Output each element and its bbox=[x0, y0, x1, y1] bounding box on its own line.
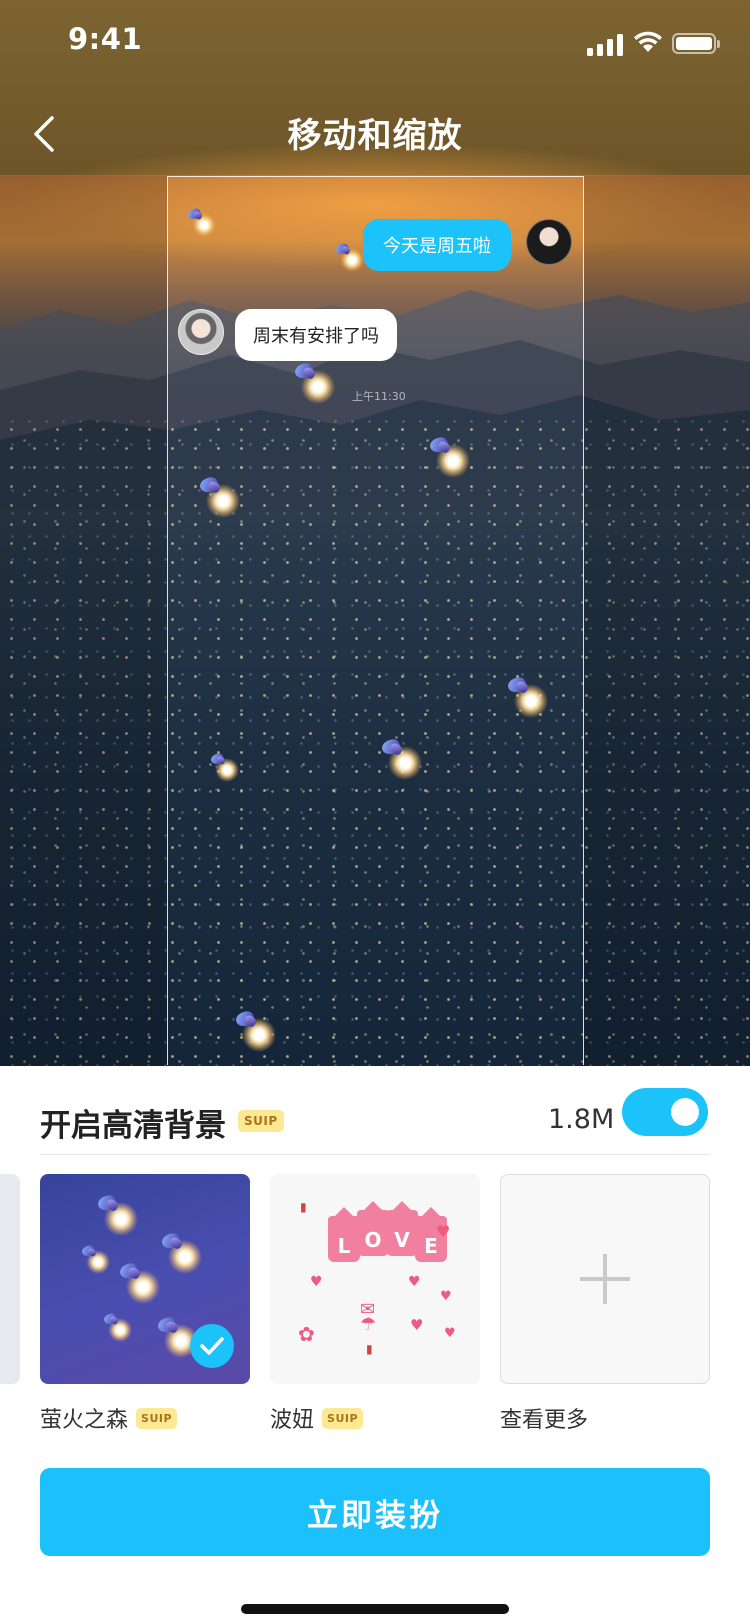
crop-dim-left bbox=[0, 176, 167, 1066]
suip-badge: SUIP bbox=[238, 1110, 284, 1132]
plus-icon bbox=[580, 1254, 630, 1304]
love-tag-letter: V bbox=[386, 1201, 418, 1256]
heart-icon: ♥ bbox=[444, 1326, 456, 1341]
previous-theme-card[interactable] bbox=[0, 1174, 20, 1384]
my-avatar bbox=[526, 219, 572, 265]
firefly-sprite bbox=[233, 1008, 276, 1052]
hd-background-label: 开启高清背景 bbox=[40, 1108, 226, 1144]
firefly-sprite bbox=[102, 1311, 132, 1342]
theme-label-ponyo[interactable]: 波妞 SUIP bbox=[270, 1402, 364, 1434]
theme-name: 波妞 bbox=[270, 1408, 315, 1433]
firefly-sprite bbox=[292, 360, 335, 404]
wifi-icon bbox=[634, 31, 662, 52]
firefly-sprite bbox=[80, 1243, 110, 1274]
theme-label-view-more[interactable]: 查看更多 bbox=[500, 1402, 588, 1434]
firefly-sprite bbox=[334, 241, 364, 272]
battery-icon bbox=[672, 33, 720, 54]
friend-message-bubble: 周末有安排了吗 bbox=[235, 309, 397, 361]
navigation-bar: 移动和缩放 bbox=[0, 88, 750, 176]
file-size: 1.8M bbox=[548, 1104, 615, 1135]
firefly-sprite bbox=[95, 1192, 138, 1236]
hd-background-toggle[interactable] bbox=[622, 1088, 708, 1136]
crop-dim-right bbox=[584, 176, 750, 1066]
theme-label-firefly-forest[interactable]: 萤火之森 SUIP bbox=[40, 1402, 178, 1434]
status-time: 9:41 bbox=[68, 22, 143, 56]
message-timestamp: 上午11:30 bbox=[352, 390, 406, 403]
theme-name: 查看更多 bbox=[500, 1408, 589, 1433]
status-bar: 9:41 bbox=[0, 0, 750, 88]
more-themes-card[interactable] bbox=[500, 1174, 710, 1384]
firefly-sprite bbox=[186, 206, 216, 237]
suip-badge: SUIP bbox=[322, 1407, 364, 1429]
theme-name: 萤火之森 bbox=[40, 1408, 129, 1433]
love-tag-letter: O bbox=[357, 1201, 389, 1256]
home-indicator bbox=[241, 1604, 509, 1614]
firefly-sprite bbox=[379, 736, 422, 780]
firefly-sprite bbox=[505, 674, 548, 718]
heart-icon: ♥ bbox=[410, 1316, 424, 1334]
friend-avatar bbox=[178, 309, 224, 355]
theme-card-firefly-forest[interactable] bbox=[40, 1174, 250, 1384]
firefly-sprite bbox=[159, 1230, 202, 1274]
firefly-sprite bbox=[427, 434, 470, 478]
hd-background-row: 开启高清背景 SUIP 1.8M bbox=[40, 1088, 710, 1154]
selected-check-icon bbox=[190, 1324, 234, 1368]
my-message-bubble: 今天是周五啦 bbox=[363, 219, 511, 271]
firefly-sprite bbox=[197, 474, 240, 518]
suip-badge: SUIP bbox=[136, 1407, 178, 1429]
heart-icon: ♥ bbox=[310, 1274, 323, 1290]
rose-icon: ✿ bbox=[298, 1322, 315, 1346]
theme-card-ponyo[interactable]: L O V E ♥ ♥ ✉ ♥ ♥ ✿ ☂ ♥ ♥ ▮ ▮ bbox=[270, 1174, 480, 1384]
heart-icon: ♥ bbox=[440, 1289, 452, 1304]
bottom-panel: 开启高清背景 SUIP 1.8M L O V E ♥ ♥ ✉ ♥ ♥ ✿ ☂ ♥… bbox=[0, 1066, 750, 1624]
heart-icon: ♥ bbox=[408, 1274, 421, 1290]
cellular-signal-icon bbox=[587, 32, 623, 56]
apply-theme-button[interactable]: 立即装扮 bbox=[40, 1468, 710, 1556]
page-title: 移动和缩放 bbox=[287, 116, 463, 156]
lipstick-icon: ▮ bbox=[300, 1200, 307, 1214]
firefly-sprite bbox=[117, 1260, 160, 1304]
lipstick-icon: ▮ bbox=[366, 1342, 373, 1356]
love-tag-letter: L bbox=[328, 1207, 360, 1262]
toggle-knob bbox=[671, 1098, 699, 1126]
heart-icon: ♥ bbox=[436, 1222, 451, 1241]
umbrella-icon: ☂ bbox=[360, 1314, 377, 1335]
divider bbox=[40, 1154, 710, 1155]
firefly-sprite bbox=[209, 751, 239, 782]
